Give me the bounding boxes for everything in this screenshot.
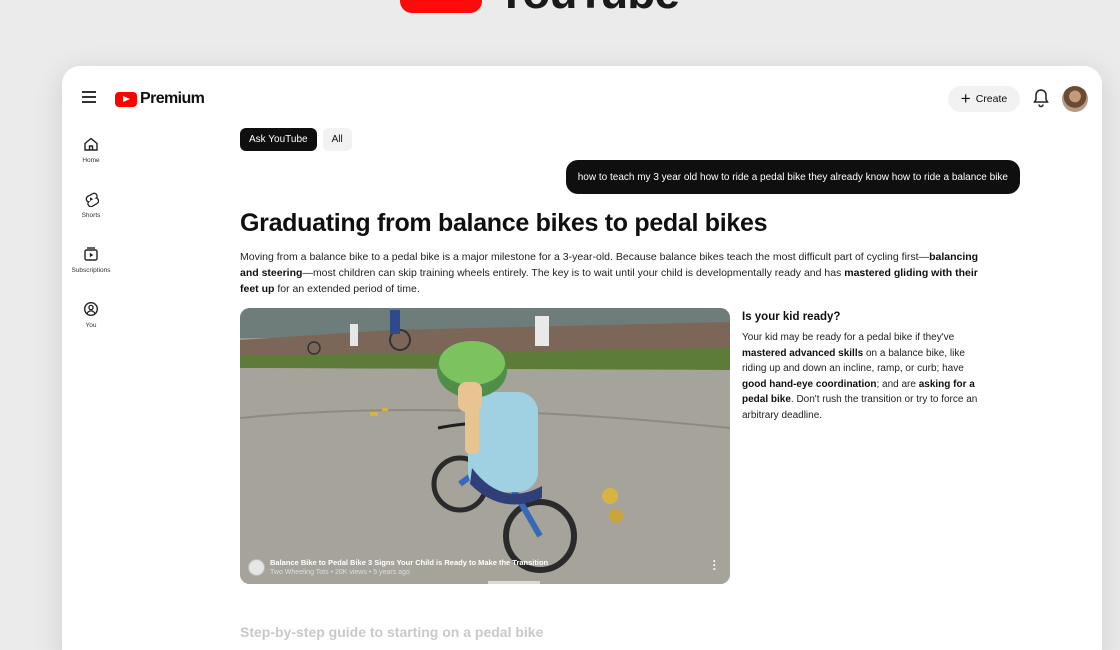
- notifications-bell-icon[interactable]: [1032, 88, 1050, 108]
- video-caption: Balance Bike to Pedal Bike 3 Signs Your …: [248, 558, 548, 576]
- readiness-text: Your kid may be ready for a pedal bike i…: [742, 330, 982, 423]
- chip-ask-youtube[interactable]: Ask YouTube: [240, 128, 317, 151]
- next-section-heading: Step-by-step guide to starting on a peda…: [240, 624, 544, 640]
- youtube-brand-banner: YouTube: [400, 0, 680, 15]
- sidebar-item-label: Shorts: [81, 212, 101, 219]
- sidebar-item-you[interactable]: You: [62, 301, 120, 356]
- readiness-panel: Is your kid ready? Your kid may be ready…: [742, 311, 982, 423]
- video-title[interactable]: Balance Bike to Pedal Bike 3 Signs Your …: [270, 558, 548, 567]
- user-query-bubble: how to teach my 3 year old how to ride a…: [565, 160, 1020, 194]
- sidebar-item-label: Home: [82, 157, 100, 164]
- youtube-premium-logo[interactable]: Premium: [115, 90, 205, 108]
- plus-icon: +: [960, 88, 971, 108]
- answer-intro: Moving from a balance bike to a pedal bi…: [240, 249, 988, 297]
- bold-phrase: good hand-eye coordination: [742, 378, 877, 390]
- create-button[interactable]: + Create: [948, 86, 1020, 112]
- logo-text: Premium: [140, 90, 205, 107]
- avatar[interactable]: [1062, 86, 1088, 112]
- home-icon: [84, 137, 98, 151]
- shorts-icon: [85, 192, 99, 207]
- filter-chips: Ask YouTube All: [240, 128, 352, 151]
- text-run: —most children can skip training wheels …: [302, 267, 845, 279]
- subscriptions-icon: [84, 247, 98, 261]
- bold-phrase: mastered advanced skills: [742, 347, 864, 359]
- readiness-title: Is your kid ready?: [742, 311, 841, 323]
- sidebar-item-shorts[interactable]: Shorts: [62, 191, 120, 246]
- sidebar-item-subscriptions[interactable]: Subscriptions: [62, 246, 120, 301]
- menu-icon[interactable]: [82, 91, 96, 103]
- youtube-play-icon: [115, 91, 137, 107]
- channel-avatar[interactable]: [248, 558, 265, 576]
- sidebar-item-label: You: [85, 322, 97, 329]
- youtube-wordmark: YouTube: [496, 0, 680, 15]
- answer-title: Graduating from balance bikes to pedal b…: [240, 209, 768, 237]
- video-player[interactable]: Balance Bike to Pedal Bike 3 Signs Your …: [240, 308, 730, 584]
- video-meta: Two Wheeling Tots • 20K views • 5 years …: [270, 569, 410, 576]
- you-icon: [83, 301, 99, 317]
- create-label: Create: [975, 93, 1008, 105]
- sidebar: Home Shorts Subscriptions You: [62, 136, 120, 356]
- youtube-window: Premium + Create Home Shorts Subscriptio…: [62, 66, 1102, 650]
- video-thumbnail: [240, 308, 730, 584]
- text-run: Your kid may be ready for a pedal bike i…: [742, 332, 955, 343]
- text-run: for an extended period of time.: [274, 283, 420, 295]
- video-progress-bar[interactable]: [488, 581, 540, 584]
- sidebar-item-home[interactable]: Home: [62, 136, 120, 191]
- text-run: ; and are: [876, 378, 919, 390]
- top-bar: Premium + Create: [62, 66, 1102, 130]
- youtube-logo-icon: [400, 0, 482, 13]
- sidebar-item-label: Subscriptions: [71, 267, 111, 274]
- text-run: Moving from a balance bike to a pedal bi…: [240, 251, 930, 263]
- chip-all[interactable]: All: [322, 128, 352, 151]
- more-options-icon[interactable]: ...: [713, 552, 716, 572]
